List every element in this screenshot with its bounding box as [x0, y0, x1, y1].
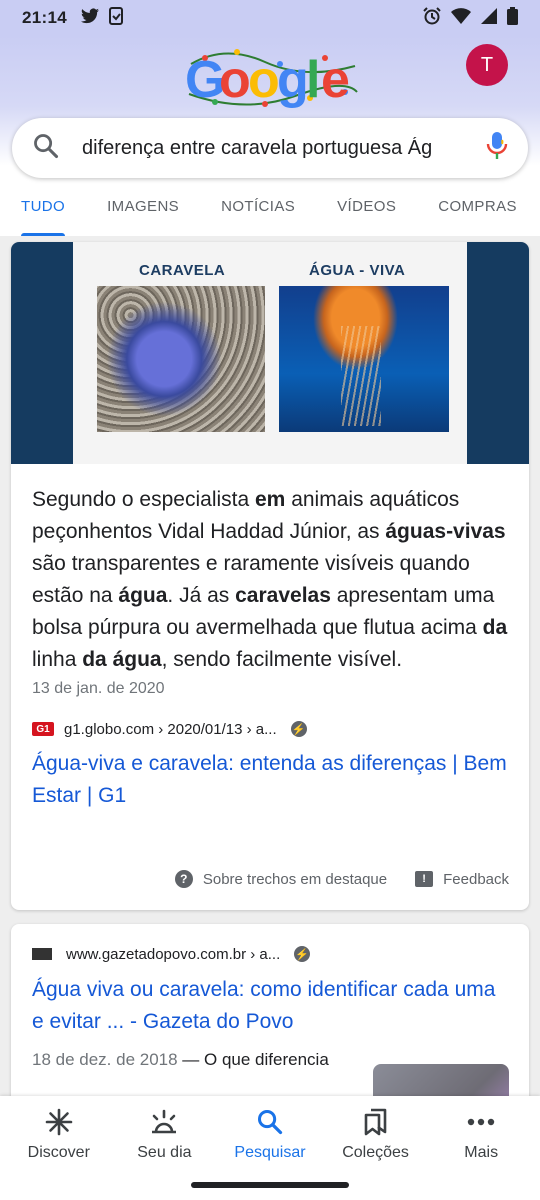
snippet-date: 13 de jan. de 2020	[32, 680, 165, 697]
featured-snippet-card: CARAVELA ÁGUA - VIVA Segundo o especiali…	[11, 242, 529, 910]
image-label-right: ÁGUA - VIVA	[309, 262, 406, 279]
tab-imagens[interactable]: IMAGENS	[107, 186, 179, 236]
twitter-icon	[80, 7, 99, 29]
result-source[interactable]: G1 g1.globo.com › 2020/01/13 › a... ⚡	[11, 698, 529, 738]
featured-image[interactable]: CARAVELA ÁGUA - VIVA	[11, 242, 529, 464]
tab-noticias[interactable]: NOTÍCIAS	[221, 186, 295, 236]
snippet-highlight: águas-vivas	[385, 520, 506, 543]
asterisk-icon	[45, 1106, 73, 1138]
bookmarks-icon	[363, 1106, 389, 1138]
result-source[interactable]: www.gazetadopovo.com.br › a... ⚡	[11, 924, 529, 964]
image-label-left: CARAVELA	[139, 262, 226, 279]
google-doodle-logo[interactable]: G o o g l e	[185, 44, 360, 114]
search-icon[interactable]	[32, 132, 60, 165]
snippet-segment: , sendo facilmente visível.	[161, 648, 403, 671]
alarm-icon	[423, 6, 441, 30]
sunrise-icon	[149, 1106, 179, 1138]
more-dots-icon	[467, 1106, 495, 1138]
nav-pesquisar[interactable]: Pesquisar	[220, 1106, 320, 1162]
tab-tudo[interactable]: TUDO	[21, 186, 66, 236]
result-description: 18 de dez. de 2018 — O que diferencia	[32, 1050, 329, 1069]
snippet-segment: Segundo o especialista	[32, 488, 255, 511]
tab-compras[interactable]: COMPRAS	[438, 186, 517, 236]
snippet-segment: linha	[32, 648, 83, 671]
mic-icon[interactable]	[486, 131, 508, 166]
featured-snippet-text: Segundo o especialista em animais aquáti…	[11, 464, 529, 676]
feedback-icon: !	[415, 871, 434, 887]
search-tabs: TUDO IMAGENS NOTÍCIAS VÍDEOS COMPRAS	[0, 186, 540, 236]
nav-seu-dia[interactable]: Seu dia	[114, 1106, 214, 1162]
search-header: G o o g l e T diferença entre caravela p…	[0, 36, 540, 236]
search-result-card: www.gazetadopovo.com.br › a... ⚡ Água vi…	[11, 924, 529, 1096]
result-title-link[interactable]: Água-viva e caravela: entenda as diferen…	[11, 738, 529, 812]
amp-bolt-icon: ⚡	[294, 946, 311, 962]
nav-discover[interactable]: Discover	[9, 1106, 109, 1162]
g1-logo-icon: G1	[32, 722, 54, 736]
agua-viva-photo	[279, 286, 449, 432]
wifi-icon	[451, 7, 471, 29]
signal-icon	[481, 7, 497, 29]
help-icon: ?	[174, 870, 193, 888]
result-title-link[interactable]: Água viva ou caravela: como identificar …	[11, 964, 529, 1038]
search-icon	[256, 1106, 284, 1138]
caravela-photo	[97, 286, 265, 432]
snippet-highlight: caravelas	[235, 584, 331, 607]
status-time: 21:14	[22, 8, 67, 27]
bottom-navigation: Discover Seu dia Pesquisar Coleções Mais	[0, 1096, 540, 1200]
site-favicon-icon	[32, 948, 52, 960]
search-bar[interactable]: diferença entre caravela portuguesa Ág	[12, 118, 528, 178]
battery-icon	[507, 6, 518, 30]
snippet-highlight: em	[255, 488, 286, 511]
snippet-segment: . Já as	[167, 584, 236, 607]
results-list[interactable]: CARAVELA ÁGUA - VIVA Segundo o especiali…	[0, 236, 540, 1096]
device-icon	[108, 6, 123, 30]
snippet-highlight: da	[482, 616, 508, 639]
account-avatar[interactable]: T	[466, 44, 508, 86]
about-featured-snippets[interactable]: ? Sobre trechos em destaque	[174, 870, 387, 888]
tab-videos[interactable]: VÍDEOS	[337, 186, 396, 236]
snippet-highlight: água	[118, 584, 168, 607]
search-input[interactable]: diferença entre caravela portuguesa Ág	[82, 137, 442, 160]
source-url[interactable]: g1.globo.com › 2020/01/13 › a...	[64, 721, 277, 738]
snippet-highlight: da	[82, 648, 107, 671]
amp-bolt-icon: ⚡	[290, 721, 307, 737]
nav-colecoes[interactable]: Coleções	[326, 1106, 426, 1162]
snippet-footer: ? Sobre trechos em destaque ! Feedback	[11, 848, 529, 910]
result-thumbnail[interactable]	[373, 1064, 509, 1096]
snippet-highlight: água	[112, 648, 162, 671]
source-url[interactable]: www.gazetadopovo.com.br › a...	[66, 946, 280, 963]
nav-mais[interactable]: Mais	[431, 1106, 531, 1162]
status-bar: 21:14	[0, 0, 540, 36]
feedback-button[interactable]: ! Feedback	[415, 871, 509, 888]
gesture-bar[interactable]	[191, 1182, 349, 1188]
